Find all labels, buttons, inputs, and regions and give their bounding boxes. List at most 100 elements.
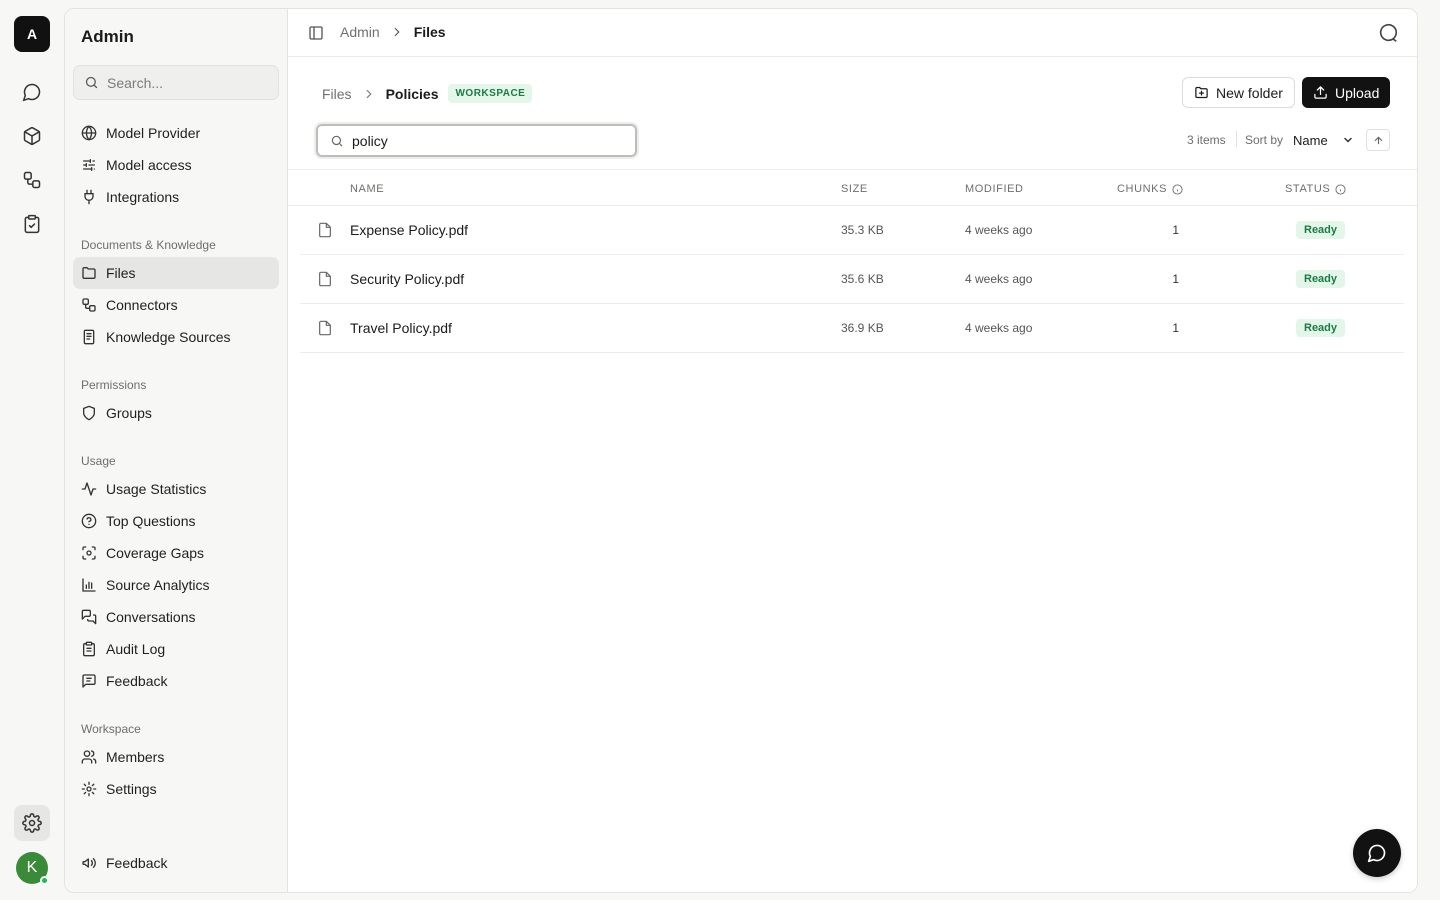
folder-icon: [82, 267, 96, 279]
megaphone-icon: [82, 857, 96, 869]
clipboard-list-icon: [83, 641, 95, 657]
folder-breadcrumb: Files Policies WORKSPACE: [322, 84, 533, 103]
upload-label: Upload: [1335, 84, 1380, 101]
column-header-status[interactable]: STATUS: [1285, 183, 1346, 195]
section-title-documents: Documents & Knowledge: [81, 238, 216, 252]
breadcrumb-admin[interactable]: Admin: [340, 24, 380, 40]
new-folder-button[interactable]: New folder: [1182, 77, 1295, 108]
file-name[interactable]: Expense Policy.pdf: [350, 222, 468, 238]
sidebar-item-top-questions[interactable]: Top Questions: [73, 505, 279, 537]
sidebar-title: Admin: [81, 27, 134, 46]
sidebar-item-label: Feedback: [106, 673, 168, 689]
upload-icon: [1314, 86, 1327, 99]
sidebar-item-conversations[interactable]: Conversations: [73, 601, 279, 633]
status-badge: Ready: [1296, 270, 1346, 288]
user-avatar[interactable]: K: [16, 852, 49, 885]
sidebar-item-connectors[interactable]: Connectors: [73, 289, 279, 321]
scan-icon: [82, 546, 96, 560]
plug-icon: [84, 189, 94, 205]
chat-icon: [1367, 844, 1386, 863]
sidebar-item-model-provider[interactable]: Model Provider: [73, 117, 279, 149]
info-icon: [1172, 183, 1183, 195]
clipboard-check-icon[interactable]: [14, 206, 50, 242]
sidebar-item-usage-statistics[interactable]: Usage Statistics: [73, 473, 279, 505]
sidebar-toggle-icon[interactable]: [308, 25, 324, 41]
column-header-size[interactable]: SIZE: [841, 183, 868, 195]
column-header-name[interactable]: NAME: [350, 183, 384, 195]
cube-icon[interactable]: [14, 118, 50, 154]
sidebar-item-label: Coverage Gaps: [106, 545, 205, 561]
sidebar-item-label: Integrations: [106, 189, 180, 205]
workspace-logo[interactable]: A: [14, 16, 50, 52]
file-filter-input[interactable]: policy: [316, 124, 637, 157]
info-icon: [1335, 183, 1346, 195]
file-icon: [319, 271, 331, 287]
sidebar-item-label: Connectors: [106, 297, 178, 313]
sidebar-item-label: Conversations: [106, 609, 196, 625]
sidebar-item-feedback-footer[interactable]: Feedback: [73, 847, 279, 879]
globe-icon: [81, 125, 97, 141]
file-modified: 4 weeks ago: [965, 223, 1033, 237]
status-badge: Ready: [1296, 319, 1346, 337]
sidebar-item-label: Feedback: [106, 855, 168, 871]
file-size: 35.3 KB: [841, 223, 884, 237]
chevron-down-icon[interactable]: [1342, 134, 1354, 146]
sidebar-search-input[interactable]: Search...: [73, 65, 279, 100]
column-header-chunks[interactable]: CHUNKS: [1117, 183, 1183, 195]
new-folder-label: New folder: [1216, 84, 1283, 101]
file-name[interactable]: Travel Policy.pdf: [350, 320, 452, 336]
help-circle-icon: [81, 513, 97, 529]
admin-sidebar: Admin Search... Model Provider Model acc…: [65, 9, 288, 892]
breadcrumb-files: Files: [413, 24, 446, 40]
sidebar-item-files[interactable]: Files: [73, 257, 279, 289]
sidebar-item-label: Audit Log: [106, 641, 166, 657]
chat-launcher-button[interactable]: [1353, 829, 1401, 877]
message-square-icon: [82, 674, 96, 688]
icon-rail: A K: [0, 0, 64, 900]
chat-bubble-icon[interactable]: [1377, 22, 1399, 44]
sidebar-item-model-access[interactable]: Model access: [73, 149, 279, 181]
sort-select[interactable]: Name: [1293, 133, 1328, 148]
column-header-status-label: STATUS: [1285, 183, 1331, 195]
sidebar-item-label: Files: [106, 265, 136, 281]
table-row[interactable]: Expense Policy.pdf 35.3 KB 4 weeks ago 1…: [300, 206, 1404, 255]
sidebar-item-source-analytics[interactable]: Source Analytics: [73, 569, 279, 601]
table-row[interactable]: Security Policy.pdf 35.6 KB 4 weeks ago …: [300, 255, 1404, 304]
chevron-right-icon: [394, 27, 400, 37]
file-chunks: 1: [1172, 223, 1179, 237]
sidebar-item-label: Model access: [106, 157, 192, 173]
file-icon: [319, 320, 331, 336]
sidebar-item-audit-log[interactable]: Audit Log: [73, 633, 279, 665]
sidebar-item-integrations[interactable]: Integrations: [73, 181, 279, 213]
sidebar-item-groups[interactable]: Groups: [73, 397, 279, 429]
book-icon: [83, 329, 95, 345]
section-title-permissions: Permissions: [81, 378, 147, 392]
file-icon: [319, 222, 331, 238]
sidebar-item-label: Knowledge Sources: [106, 329, 231, 345]
sidebar-item-label: Settings: [106, 781, 157, 797]
table-row[interactable]: Travel Policy.pdf 36.9 KB 4 weeks ago 1 …: [300, 304, 1404, 353]
folder-breadcrumb-files[interactable]: Files: [322, 86, 352, 102]
search-icon: [85, 76, 98, 89]
sidebar-item-feedback[interactable]: Feedback: [73, 665, 279, 697]
sidebar-item-coverage-gaps[interactable]: Coverage Gaps: [73, 537, 279, 569]
sort-direction-button[interactable]: [1366, 129, 1390, 151]
sidebar-item-settings[interactable]: Settings: [73, 773, 279, 805]
sidebar-item-members[interactable]: Members: [73, 741, 279, 773]
file-name[interactable]: Security Policy.pdf: [350, 271, 464, 287]
workflow-icon[interactable]: [14, 162, 50, 198]
file-chunks: 1: [1172, 321, 1179, 335]
column-header-modified[interactable]: MODIFIED: [965, 183, 1024, 195]
chat-icon[interactable]: [14, 74, 50, 110]
filter-value: policy: [352, 132, 388, 149]
activity-icon: [81, 482, 97, 496]
search-icon: [331, 135, 343, 146]
sidebar-item-knowledge-sources[interactable]: Knowledge Sources: [73, 321, 279, 353]
file-size: 35.6 KB: [841, 272, 884, 286]
sidebar-item-label: Model Provider: [106, 125, 201, 141]
folder-plus-icon: [1195, 86, 1208, 99]
gear-icon[interactable]: [14, 805, 50, 841]
bar-chart-icon: [82, 578, 96, 592]
upload-button[interactable]: Upload: [1302, 77, 1391, 108]
arrow-up-icon: [1374, 135, 1382, 144]
